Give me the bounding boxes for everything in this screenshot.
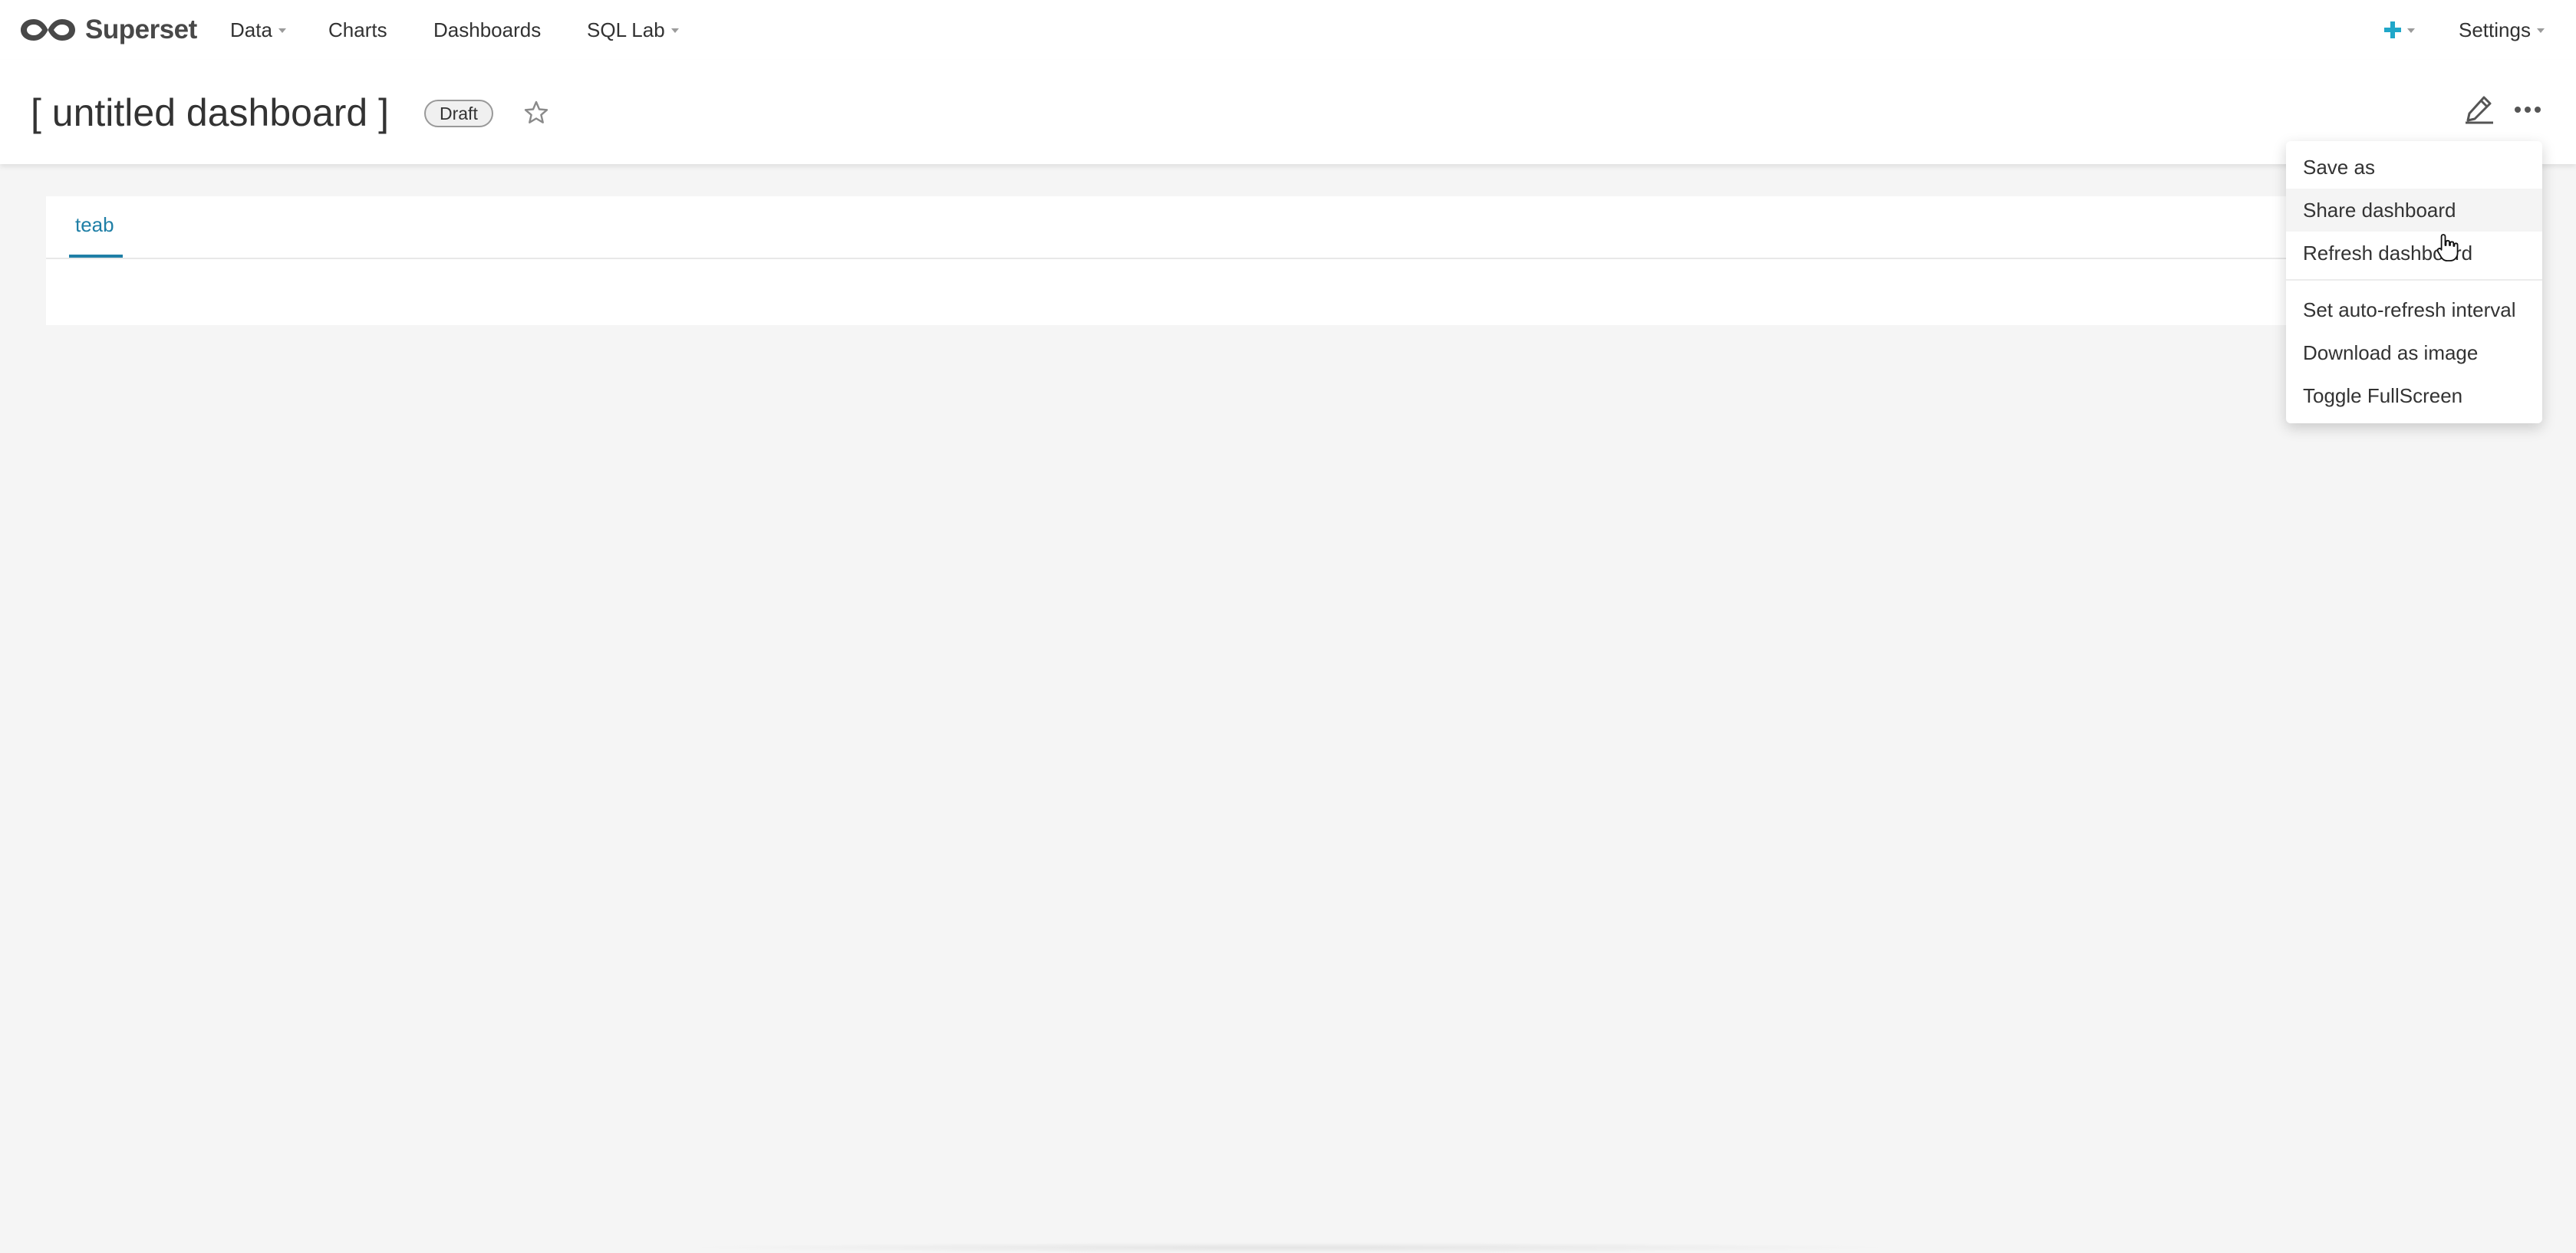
plus-icon [2384, 21, 2401, 38]
nav-dashboards-link[interactable]: Dashboards [433, 15, 541, 44]
nav-data-menu[interactable]: Data [230, 15, 286, 44]
menu-item-set-auto-refresh[interactable]: Set auto-refresh interval [2286, 288, 2542, 331]
status-badge: Draft [424, 100, 493, 127]
pencil-icon[interactable] [2464, 94, 2495, 124]
star-icon[interactable] [523, 100, 549, 126]
nav-sqllab-label: SQL Lab [587, 18, 665, 41]
bottom-shadow [675, 1242, 1902, 1253]
nav-charts-link[interactable]: Charts [328, 15, 387, 44]
menu-item-refresh-dashboard[interactable]: Refresh dashboard [2286, 232, 2542, 275]
top-nav: Superset Data Charts Dashboards SQL Lab … [0, 0, 2576, 60]
superset-logo-icon [21, 19, 75, 41]
caret-down-icon [2407, 28, 2415, 33]
nav-charts-label: Charts [328, 18, 387, 41]
new-item-menu[interactable] [2384, 15, 2415, 44]
menu-item-download-as-image[interactable]: Download as image [2286, 331, 2542, 374]
nav-data-label: Data [230, 18, 272, 41]
menu-divider [2286, 279, 2542, 281]
settings-menu[interactable]: Settings [2459, 15, 2545, 44]
tab-teab[interactable]: teab [69, 213, 120, 256]
dashboard-header: [ untitled dashboard ] Draft [0, 60, 2576, 164]
settings-label: Settings [2459, 18, 2531, 41]
menu-item-save-as[interactable]: Save as [2286, 146, 2542, 189]
caret-down-icon [2536, 28, 2545, 33]
more-horizontal-icon[interactable] [2512, 98, 2543, 121]
menu-item-share-dashboard[interactable]: Share dashboard [2286, 189, 2542, 232]
caret-down-icon [670, 28, 679, 33]
dashboard-tabs-container: teab [46, 196, 2292, 325]
brand-name: Superset [85, 15, 197, 44]
nav-sqllab-menu[interactable]: SQL Lab [587, 15, 679, 44]
superset-logo[interactable]: Superset [18, 13, 197, 47]
caret-down-icon [278, 28, 286, 33]
nav-dashboards-label: Dashboards [433, 18, 542, 41]
dashboard-actions-menu: Save as Share dashboard Refresh dashboar… [2286, 141, 2542, 423]
menu-item-toggle-fullscreen[interactable]: Toggle FullScreen [2286, 374, 2542, 417]
tab-label: teab [75, 213, 114, 236]
tab-bar: teab [46, 196, 2292, 259]
dashboard-title[interactable]: [ untitled dashboard ] [31, 90, 389, 135]
active-tab-indicator [69, 255, 123, 258]
pointer-cursor-icon [2436, 234, 2459, 261]
